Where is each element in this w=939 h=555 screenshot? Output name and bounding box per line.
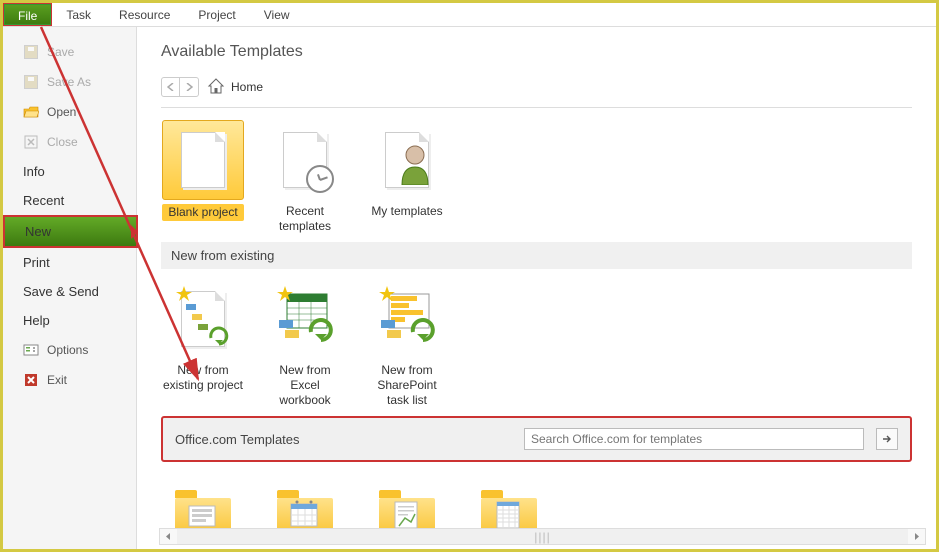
sidebar-info[interactable]: Info — [3, 157, 136, 186]
section-new-from-existing: New from existing — [161, 242, 912, 269]
template-row-2: New from existing project — [161, 279, 912, 408]
sidebar-item-label: Close — [47, 135, 78, 149]
scroll-right-button[interactable] — [908, 529, 925, 544]
sidebar-item-label: Save — [47, 45, 74, 59]
template-label: New from SharePoint task list — [365, 363, 449, 408]
nav-back-button[interactable] — [162, 78, 180, 96]
save-icon — [23, 44, 39, 60]
sidebar-item-label: Options — [47, 343, 88, 357]
menu-view[interactable]: View — [250, 3, 304, 26]
sharepoint-list-icon — [366, 279, 448, 359]
sidebar-save-as[interactable]: Save As — [3, 67, 136, 97]
template-new-from-excel[interactable]: New from Excel workbook — [263, 279, 347, 408]
sidebar-item-label: Save & Send — [23, 284, 99, 299]
office-com-templates-section: Office.com Templates — [161, 416, 912, 462]
my-templates-icon — [366, 120, 448, 200]
template-new-from-existing-project[interactable]: New from existing project — [161, 279, 245, 393]
scroll-left-button[interactable] — [160, 529, 177, 544]
template-my-templates[interactable]: My templates — [365, 120, 449, 219]
existing-project-icon — [162, 279, 244, 359]
menu-task[interactable]: Task — [52, 3, 105, 26]
close-icon — [23, 134, 39, 150]
section-label: Office.com Templates — [175, 432, 300, 447]
sidebar-close[interactable]: Close — [3, 127, 136, 157]
sidebar-item-label: Help — [23, 313, 50, 328]
nav-forward-button[interactable] — [180, 78, 198, 96]
backstage-sidebar: Save Save As Open Close Info Recent New … — [3, 27, 137, 549]
sidebar-item-label: Recent — [23, 193, 64, 208]
main-area: Save Save As Open Close Info Recent New … — [3, 27, 936, 549]
template-label: My templates — [371, 204, 442, 219]
template-recent[interactable]: Recent templates — [263, 120, 347, 234]
sidebar-save[interactable]: Save — [3, 37, 136, 67]
home-icon — [207, 78, 225, 97]
sidebar-help[interactable]: Help — [3, 306, 136, 335]
recent-templates-icon — [264, 120, 346, 200]
exit-icon — [23, 372, 39, 388]
menu-project[interactable]: Project — [184, 3, 249, 26]
sidebar-exit[interactable]: Exit — [3, 365, 136, 395]
template-label: New from Excel workbook — [263, 363, 347, 408]
sidebar-item-label: Print — [23, 255, 50, 270]
template-label: Blank project — [162, 204, 243, 221]
sidebar-item-label: Save As — [47, 75, 91, 89]
options-icon — [23, 342, 39, 358]
menubar: File Task Resource Project View — [3, 3, 936, 27]
sidebar-recent[interactable]: Recent — [3, 186, 136, 215]
sidebar-item-label: Exit — [47, 373, 67, 387]
sidebar-item-label: New — [25, 224, 51, 239]
nav-arrows — [161, 77, 199, 97]
template-blank-project[interactable]: Blank project — [161, 120, 245, 221]
breadcrumb: Home — [161, 77, 912, 108]
scroll-grip-icon: |||| — [534, 530, 550, 544]
template-label: New from existing project — [161, 363, 245, 393]
sidebar-new[interactable]: New — [3, 215, 138, 248]
search-input[interactable] — [524, 428, 864, 450]
sidebar-options[interactable]: Options — [3, 335, 136, 365]
sidebar-save-send[interactable]: Save & Send — [3, 277, 136, 306]
page-title: Available Templates — [161, 43, 912, 61]
sidebar-item-label: Info — [23, 164, 45, 179]
sidebar-print[interactable]: Print — [3, 248, 136, 277]
scroll-track[interactable]: |||| — [177, 530, 908, 544]
template-label: Recent templates — [263, 204, 347, 234]
menu-file[interactable]: File — [3, 3, 52, 26]
sidebar-item-label: Open — [47, 105, 76, 119]
breadcrumb-label: Home — [231, 80, 263, 94]
sidebar-open[interactable]: Open — [3, 97, 136, 127]
template-new-from-sharepoint[interactable]: New from SharePoint task list — [365, 279, 449, 408]
horizontal-scrollbar[interactable]: |||| — [159, 528, 926, 545]
template-row-1: Blank project Recent templates My templa… — [161, 120, 912, 234]
menu-resource[interactable]: Resource — [105, 3, 184, 26]
open-icon — [23, 104, 39, 120]
arrow-right-icon — [882, 434, 892, 444]
save-as-icon — [23, 74, 39, 90]
content-pane: Available Templates Home Blank project R… — [137, 27, 936, 549]
blank-document-icon — [162, 120, 244, 200]
search-go-button[interactable] — [876, 428, 898, 450]
excel-workbook-icon — [264, 279, 346, 359]
breadcrumb-home[interactable]: Home — [207, 78, 263, 97]
